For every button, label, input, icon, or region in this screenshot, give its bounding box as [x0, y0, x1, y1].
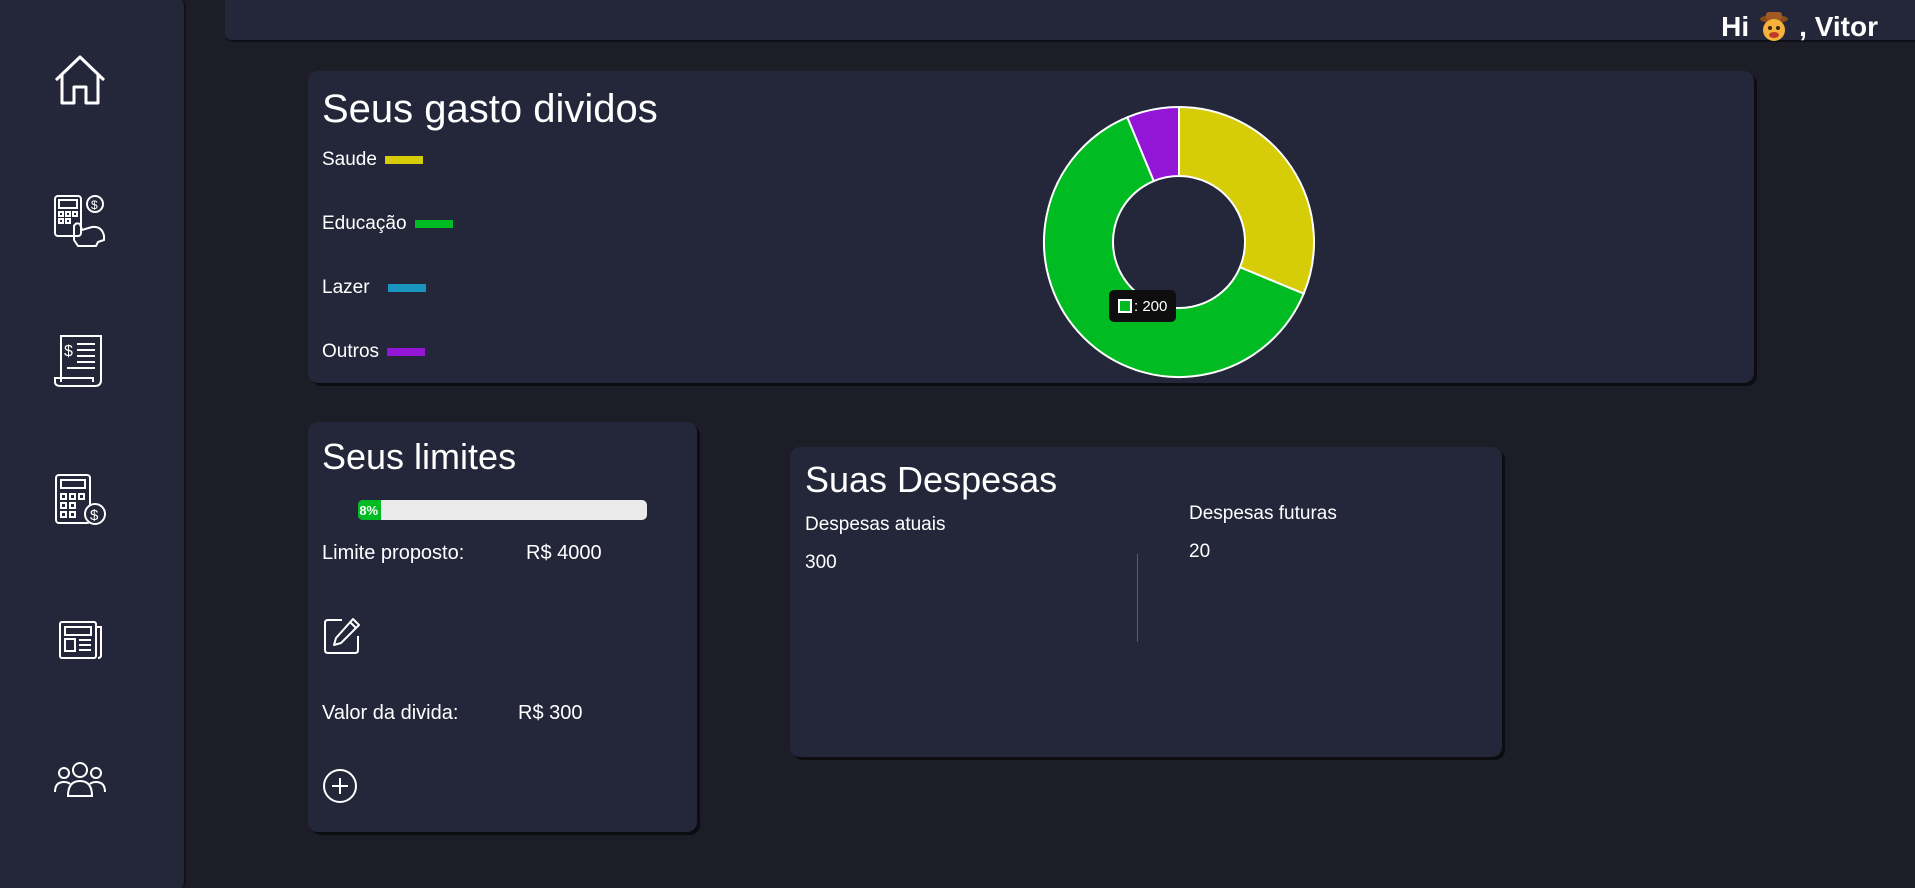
- legend-label: Lazer: [322, 277, 370, 298]
- calculator-dollar-icon[interactable]: $: [50, 470, 110, 530]
- despesas-card: Suas Despesas Despesas atuais 300 Despes…: [790, 447, 1502, 757]
- legend-item-outros[interactable]: Outros: [322, 341, 426, 363]
- sidebar: $ $ $: [0, 0, 186, 888]
- debt-value: R$ 300: [518, 702, 583, 724]
- expenses-chart-title: Seus gasto dividos: [322, 87, 658, 131]
- current-expenses-value: 300: [805, 552, 837, 573]
- limit-progress-label: 8%: [359, 502, 379, 518]
- current-expenses-label: Despesas atuais: [805, 514, 946, 535]
- future-expenses-label: Despesas futuras: [1189, 503, 1337, 524]
- limit-progress-fill: 8%: [358, 500, 382, 520]
- top-bar: [225, 0, 1915, 42]
- limits-card: Seus limites 8% Limite proposto: R$ 4000…: [308, 422, 697, 832]
- greeting-name: , Vitor: [1799, 11, 1878, 42]
- legend-label: Saude: [322, 149, 377, 170]
- greeting: Hi , Vitor: [1721, 10, 1878, 44]
- proposed-limit-label: Limite proposto:: [322, 542, 465, 564]
- legend-label: Outros: [322, 341, 380, 362]
- invoice-receipt-icon[interactable]: $: [50, 330, 110, 390]
- tooltip-swatch: [1118, 299, 1132, 313]
- legend-swatch: [384, 156, 423, 164]
- legend-item-saude[interactable]: Saude: [322, 149, 423, 171]
- legend-item-educacao[interactable]: Educação: [322, 213, 453, 235]
- legend-swatch: [414, 220, 453, 228]
- legend-label: Educação: [322, 213, 407, 234]
- limit-progress-bar: 8%: [358, 500, 647, 520]
- home-icon[interactable]: [50, 50, 110, 110]
- svg-text:$: $: [90, 507, 99, 524]
- svg-text:$: $: [64, 343, 73, 360]
- chart-tooltip: : 200: [1109, 290, 1176, 322]
- legend-swatch: [387, 284, 426, 292]
- donut-slice-saude[interactable]: [1178, 105, 1315, 295]
- greeting-prefix: Hi: [1721, 11, 1750, 42]
- newspaper-icon[interactable]: [50, 610, 110, 670]
- limits-title: Seus limites: [322, 436, 517, 477]
- calculator-piggy-bank-icon[interactable]: $: [50, 190, 110, 250]
- svg-text:$: $: [91, 198, 98, 212]
- future-expenses-value: 20: [1189, 541, 1211, 562]
- proposed-limit-value: R$ 4000: [526, 542, 602, 564]
- legend-swatch: [387, 348, 426, 356]
- users-group-icon[interactable]: [50, 750, 110, 810]
- despesas-divider: [1137, 554, 1138, 642]
- despesas-title: Suas Despesas: [805, 459, 1058, 500]
- add-circle-icon[interactable]: [322, 768, 358, 804]
- edit-icon[interactable]: [322, 616, 362, 656]
- debt-value-label: Valor da divida:: [322, 702, 459, 724]
- donut-chart: [1043, 105, 1315, 378]
- legend-item-lazer[interactable]: Lazer: [322, 277, 426, 299]
- expenses-chart-card: Seus gasto dividos Saude Educação Lazer …: [308, 71, 1754, 383]
- tooltip-value: : 200: [1134, 297, 1168, 315]
- cowboy-emoji-icon: [1760, 12, 1789, 41]
